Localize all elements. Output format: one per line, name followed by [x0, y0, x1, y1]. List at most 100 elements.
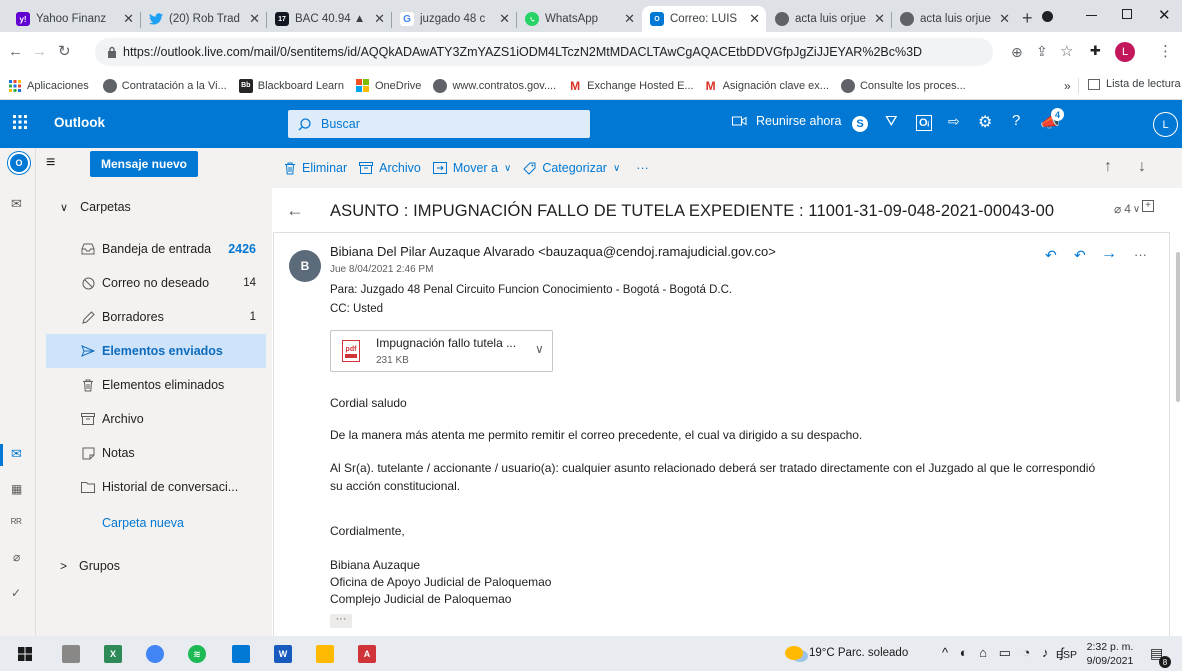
clock[interactable]: 2:32 p. m. 9/09/2021 [1086, 641, 1134, 667]
more-options-icon[interactable]: ··· [1134, 247, 1147, 262]
new-tab-button[interactable]: + [1022, 8, 1033, 29]
profile-avatar[interactable]: L [1115, 42, 1135, 62]
acrobat-icon[interactable]: A [358, 645, 376, 663]
settings-gear-icon[interactable]: ⚙ [978, 112, 992, 132]
delete-button[interactable]: Eliminar [284, 161, 347, 175]
close-tab-icon[interactable]: ✕ [249, 11, 260, 27]
more-actions-button[interactable]: ··· [636, 161, 649, 175]
excel-icon[interactable]: X [104, 645, 122, 663]
archive-button[interactable]: Archivo [359, 161, 421, 175]
install-app-icon[interactable]: ⊕ [1011, 44, 1023, 61]
meet-now-button[interactable]: Reunirse ahora [732, 114, 841, 128]
calendar-icon[interactable]: ▦ [11, 482, 22, 496]
outlook-logo-icon[interactable]: O [8, 152, 30, 174]
categorize-button[interactable]: Categorizar ∨ [523, 161, 620, 175]
new-message-button[interactable]: Mensaje nuevo [90, 151, 198, 177]
move-to-button[interactable]: Mover a ∨ [432, 161, 511, 175]
browser-menu-icon[interactable]: ⋮ [1158, 42, 1173, 60]
reply-icon[interactable]: ↶ [1045, 247, 1057, 264]
close-tab-icon[interactable]: ✕ [123, 11, 134, 27]
mail-icon[interactable]: ✉ [11, 196, 22, 212]
folders-header[interactable]: ∨ Carpetas [60, 200, 131, 214]
folder-item-drafts[interactable]: Borradores 1 [46, 300, 266, 334]
bookmark-item[interactable]: www.contratos.gov.... [433, 78, 556, 93]
close-tab-icon[interactable]: ✕ [374, 11, 385, 27]
paint-icon[interactable] [232, 645, 250, 663]
sender-avatar[interactable]: B [289, 250, 321, 282]
folder-item-notes[interactable]: Notas [46, 436, 266, 470]
thread-attachments-indicator[interactable]: ⌀ 4 ∨ [1114, 202, 1140, 216]
bookmark-star-icon[interactable]: ☆ [1060, 42, 1073, 60]
back-arrow-icon[interactable]: ← [286, 200, 304, 221]
people-icon[interactable]: ᴿᴿ [11, 516, 22, 530]
my-day-icon[interactable]: ⇨ [948, 113, 960, 130]
close-tab-icon[interactable]: ✕ [749, 11, 760, 27]
browser-tab[interactable]: 17 BAC 40.94 ▲ ✕ [267, 6, 391, 32]
account-avatar[interactable]: L [1153, 112, 1178, 137]
weather-widget[interactable]: 19°C Parc. soleado [785, 646, 908, 660]
sender-name[interactable]: Bibiana Del Pilar Auzaque Alvarado <bauz… [330, 244, 776, 259]
word-icon[interactable]: W [274, 645, 292, 663]
new-folder-link[interactable]: Carpeta nueva [102, 516, 184, 530]
spotify-icon[interactable]: ≋ [188, 645, 206, 663]
minimize-button[interactable] [1086, 15, 1097, 16]
reload-icon[interactable]: ↻ [58, 42, 71, 60]
share-icon[interactable]: ⇪ [1036, 43, 1048, 60]
next-message-arrow-icon[interactable]: ↓ [1138, 158, 1146, 176]
help-icon[interactable]: ? [1012, 112, 1020, 129]
bookmarks-overflow-button[interactable]: » [1064, 79, 1071, 93]
close-tab-icon[interactable]: ✕ [874, 11, 885, 27]
chevron-down-icon[interactable]: ∨ [535, 342, 544, 356]
attachment-card[interactable]: pdf Impugnación fallo tutela ... 231 KB … [330, 330, 553, 372]
close-tab-icon[interactable]: ✕ [499, 11, 510, 27]
bookmark-item[interactable]: M Exchange Hosted E... [568, 79, 693, 93]
folder-item-conversation-history[interactable]: Historial de conversaci... [46, 470, 266, 504]
browser-tab[interactable]: WhatsApp ✕ [517, 6, 641, 32]
browser-tab[interactable]: acta luis orjue ✕ [892, 6, 1016, 32]
folder-item-deleted[interactable]: Elementos eliminados [46, 368, 266, 402]
address-bar[interactable]: https://outlook.live.com/mail/0/sentitem… [95, 38, 993, 66]
folder-item-junk[interactable]: Correo no deseado 14 [46, 266, 266, 300]
back-arrow-icon[interactable]: ← [8, 43, 23, 60]
language-indicator[interactable]: ESP [1056, 649, 1077, 661]
browser-tab[interactable]: (20) Rob Trad ✕ [141, 6, 266, 32]
groups-header[interactable]: > Grupos [60, 559, 120, 573]
expand-view-icon[interactable]: + [1142, 200, 1154, 212]
bookmark-item[interactable]: Contratación a la Vi... [102, 78, 227, 93]
bookmark-item[interactable]: M Asignación clave ex... [704, 79, 829, 93]
scrollbar[interactable] [1173, 238, 1182, 636]
close-tab-icon[interactable]: ✕ [999, 11, 1010, 27]
app-title[interactable]: Outlook [54, 115, 105, 130]
windows-start-icon[interactable] [18, 647, 32, 661]
forward-icon[interactable]: → [1101, 245, 1117, 263]
close-tab-icon[interactable]: ✕ [624, 11, 635, 27]
show-quoted-text-button[interactable]: ··· [330, 614, 352, 628]
tab-search-icon[interactable] [1042, 11, 1053, 22]
scrollbar-thumb[interactable] [1176, 252, 1180, 402]
reading-list-button[interactable]: Lista de lectura [1088, 78, 1181, 90]
browser-tab[interactable]: acta luis orjue ✕ [767, 6, 891, 32]
forward-arrow-icon[interactable]: → [32, 43, 47, 60]
attachment-paperclip-icon[interactable]: ⌀ [13, 550, 20, 564]
mail-icon[interactable]: ✉ [11, 446, 22, 462]
bookmark-item[interactable]: Consulte los proces... [840, 78, 966, 93]
file-manager-icon[interactable] [316, 645, 334, 663]
bookmark-item[interactable]: Aplicaciones [8, 79, 89, 93]
folder-item-inbox[interactable]: Bandeja de entrada 2426 [46, 232, 266, 266]
bookmark-item[interactable]: OneDrive [356, 79, 421, 93]
file-explorer-icon[interactable] [62, 645, 80, 663]
hamburger-menu-icon[interactable]: ≡ [46, 154, 55, 172]
folder-item-sent[interactable]: Elementos enviados [46, 334, 266, 368]
system-tray-icons[interactable]: ^ ◐ ⌂ ▭ ◔ ♪ ∫ [942, 645, 1068, 661]
office-icon[interactable]: Oᵢ [916, 115, 933, 131]
maximize-button[interactable] [1122, 9, 1132, 19]
skype-icon[interactable]: S [852, 116, 868, 132]
todo-check-icon[interactable]: ✓ [11, 586, 21, 600]
extensions-icon[interactable]: ✚ [1090, 43, 1101, 59]
reply-all-icon[interactable]: ↶ [1074, 247, 1086, 264]
folder-item-archive[interactable]: Archivo [46, 402, 266, 436]
app-launcher-icon[interactable] [13, 115, 27, 129]
search-box[interactable]: Buscar [288, 110, 590, 138]
browser-tab-active[interactable]: O Correo: LUIS ✕ [642, 6, 766, 32]
close-window-button[interactable]: ✕ [1158, 6, 1171, 24]
